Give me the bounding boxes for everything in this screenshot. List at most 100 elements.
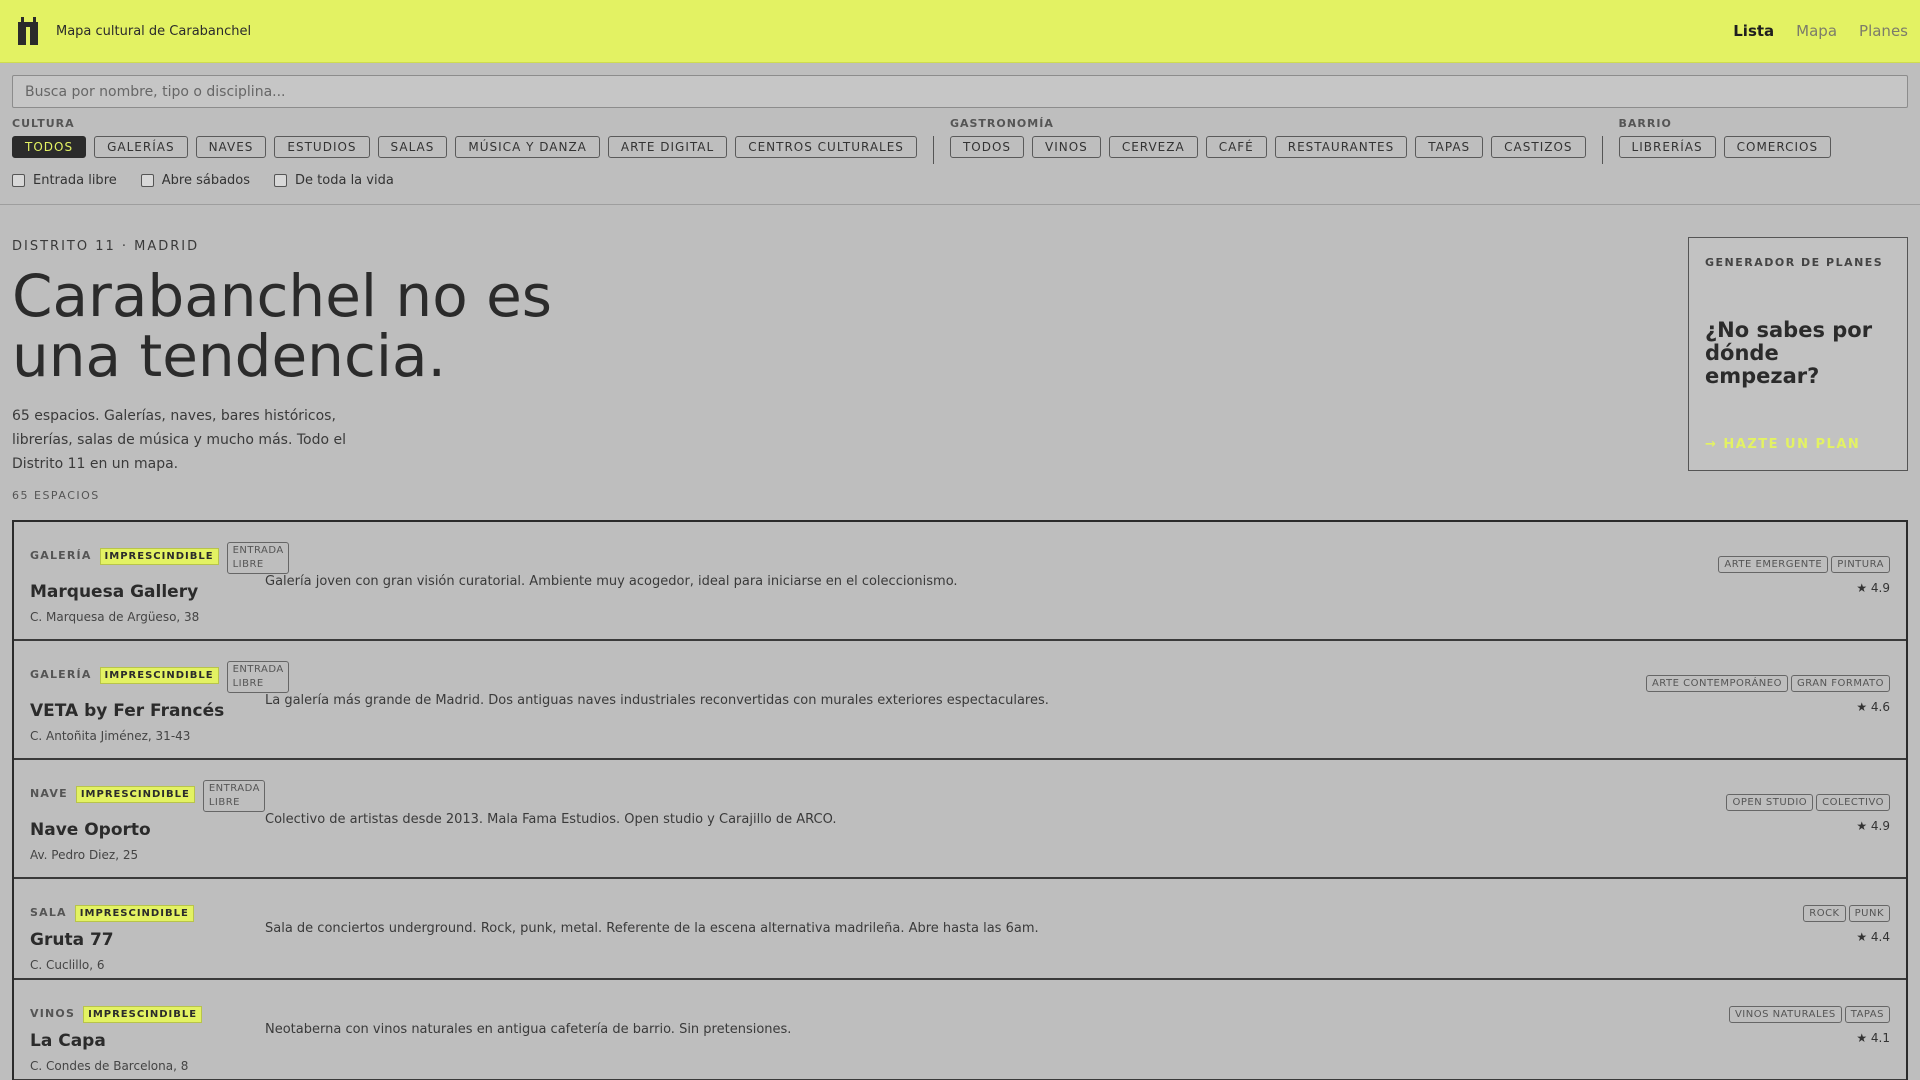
- place-description: Galería joven con gran visión curatorial…: [265, 574, 958, 589]
- list-item[interactable]: SALA IMPRESCINDIBLE Gruta 77 C. Cuclillo…: [14, 879, 1906, 980]
- must-badge: IMPRESCINDIBLE: [83, 1006, 203, 1023]
- tag: TAPAS: [1844, 1006, 1890, 1023]
- brand[interactable]: Mapa cultural de Carabanchel: [18, 17, 251, 45]
- hero-eyebrow: DISTRITO 11 · MADRID: [12, 239, 200, 254]
- rating: ★ 4.9: [1856, 581, 1890, 595]
- place-description: Sala de conciertos underground. Rock, pu…: [265, 921, 1039, 936]
- place-name[interactable]: Marquesa Gallery: [30, 582, 250, 602]
- place-type: SALA: [30, 906, 67, 919]
- place-type: GALERÍA: [30, 549, 92, 562]
- checkbox[interactable]: [274, 174, 288, 187]
- chip-vinos[interactable]: VINOS: [1032, 136, 1101, 158]
- plan-generator-card[interactable]: GENERADOR DE PLANES ¿No sabes por dónde …: [1688, 237, 1908, 471]
- chip-row: LIBRERÍAS COMERCIOS: [1618, 136, 1832, 158]
- chip-row: TODOS GALERÍAS NAVES ESTUDIOS SALAS MÚSI…: [12, 136, 917, 158]
- nav-mapa[interactable]: Mapa: [1796, 22, 1837, 40]
- place-address: Av. Pedro Diez, 25: [30, 848, 139, 862]
- filter-group-label: BARRIO: [1618, 117, 1672, 130]
- chip-salas[interactable]: SALAS: [377, 136, 448, 158]
- place-tags: VINOS NATURALES TAPAS: [1728, 1006, 1890, 1023]
- filter-group-label: GASTRONOMÍA: [949, 117, 1054, 130]
- chip-centros-culturales[interactable]: CENTROS CULTURALES: [735, 136, 917, 158]
- places-list: GALERÍA IMPRESCINDIBLE ENTRADA LIBRE Mar…: [12, 520, 1908, 1080]
- place-name[interactable]: Nave Oporto: [30, 820, 250, 840]
- must-badge: IMPRESCINDIBLE: [99, 548, 219, 565]
- place-type: GALERÍA: [30, 668, 92, 681]
- checkbox[interactable]: [140, 174, 154, 187]
- place-name[interactable]: La Capa: [30, 1031, 250, 1051]
- filter-groups: CULTURA TODOS GALERÍAS NAVES ESTUDIOS SA…: [12, 117, 1908, 164]
- chip-arte-digital[interactable]: ARTE DIGITAL: [607, 136, 728, 158]
- list-item[interactable]: GALERÍA IMPRESCINDIBLE ENTRADA LIBRE VET…: [14, 641, 1906, 760]
- place-tags: ARTE CONTEMPORÁNEO GRAN FORMATO: [1645, 675, 1890, 692]
- hero: DISTRITO 11 · MADRID Carabanchel no es u…: [0, 205, 1920, 520]
- place-side: ARTE EMERGENTE PINTURA ★ 4.9: [1718, 556, 1890, 595]
- chip-naves[interactable]: NAVES: [195, 136, 267, 158]
- place-name[interactable]: VETA by Fer Francés: [30, 701, 250, 721]
- divider: [1601, 136, 1603, 164]
- chip-cultura-todos[interactable]: TODOS: [12, 136, 87, 158]
- tag: GRAN FORMATO: [1790, 675, 1890, 692]
- list-item[interactable]: VINOS IMPRESCINDIBLE La Capa C. Condes d…: [14, 980, 1906, 1080]
- place-meta: VINOS IMPRESCINDIBLE: [30, 1000, 250, 1023]
- chip-estudios[interactable]: ESTUDIOS: [274, 136, 370, 158]
- checkbox-label: Abre sábados: [161, 173, 251, 188]
- checkbox-label: Entrada libre: [33, 173, 117, 188]
- place-address: C. Marquesa de Argüeso, 38: [30, 610, 200, 624]
- place-type: NAVE: [30, 787, 68, 800]
- chip-musica-danza[interactable]: MÚSICA Y DANZA: [455, 136, 600, 158]
- plan-cta-link[interactable]: → HAZTE UN PLAN: [1705, 437, 1860, 452]
- place-name[interactable]: Gruta 77: [30, 930, 250, 950]
- place-info: VINOS IMPRESCINDIBLE La Capa C. Condes d…: [14, 980, 250, 1079]
- chip-gastro-todos[interactable]: TODOS: [949, 136, 1025, 158]
- chip-librerias[interactable]: LIBRERÍAS: [1618, 136, 1716, 158]
- place-meta: GALERÍA IMPRESCINDIBLE ENTRADA LIBRE: [30, 542, 289, 574]
- main-nav: Lista Mapa Planes: [1733, 22, 1908, 40]
- check-abre-sabados[interactable]: Abre sábados: [140, 173, 251, 188]
- nav-lista[interactable]: Lista: [1733, 22, 1774, 40]
- divider: [932, 136, 934, 164]
- rating: ★ 4.4: [1856, 930, 1890, 944]
- chip-restaurantes[interactable]: RESTAURANTES: [1274, 136, 1408, 158]
- free-entry-badge: ENTRADA LIBRE: [202, 780, 265, 812]
- place-meta: GALERÍA IMPRESCINDIBLE ENTRADA LIBRE: [30, 661, 289, 693]
- rating: ★ 4.6: [1856, 700, 1890, 714]
- search-input[interactable]: [12, 75, 1908, 108]
- place-address: C. Cuclillo, 6: [30, 958, 105, 972]
- chip-cerveza[interactable]: CERVEZA: [1108, 136, 1198, 158]
- chip-castizos[interactable]: CASTIZOS: [1491, 136, 1586, 158]
- chip-cafe[interactable]: CAFÉ: [1205, 136, 1267, 158]
- check-entrada-libre[interactable]: Entrada libre: [12, 173, 117, 188]
- rating: ★ 4.1: [1856, 1031, 1890, 1045]
- results-count: 65 ESPACIOS: [12, 489, 100, 502]
- filter-group-gastronomia: GASTRONOMÍA TODOS VINOS CERVEZA CAFÉ RES…: [949, 117, 1586, 164]
- tag: OPEN STUDIO: [1726, 794, 1814, 811]
- free-entry-badge: ENTRADA LIBRE: [226, 661, 289, 693]
- checkbox[interactable]: [12, 174, 25, 187]
- list-item[interactable]: GALERÍA IMPRESCINDIBLE ENTRADA LIBRE Mar…: [14, 522, 1906, 641]
- place-side: OPEN STUDIO COLECTIVO ★ 4.9: [1726, 794, 1890, 833]
- list-item[interactable]: NAVE IMPRESCINDIBLE ENTRADA LIBRE Nave O…: [14, 760, 1906, 879]
- place-tags: ROCK PUNK: [1803, 905, 1890, 922]
- tag: PINTURA: [1831, 556, 1890, 573]
- place-side: VINOS NATURALES TAPAS ★ 4.1: [1728, 1006, 1890, 1045]
- filter-group-barrio: BARRIO LIBRERÍAS COMERCIOS: [1618, 117, 1832, 164]
- checkbox-row: Entrada libre Abre sábados De toda la vi…: [12, 173, 1908, 188]
- chip-comercios[interactable]: COMERCIOS: [1723, 136, 1832, 158]
- check-de-toda-la-vida[interactable]: De toda la vida: [274, 173, 394, 188]
- nav-planes[interactable]: Planes: [1859, 22, 1908, 40]
- must-badge: IMPRESCINDIBLE: [75, 786, 195, 803]
- filters-panel: CULTURA TODOS GALERÍAS NAVES ESTUDIOS SA…: [0, 63, 1920, 205]
- place-info: GALERÍA IMPRESCINDIBLE ENTRADA LIBRE VET…: [14, 641, 289, 758]
- place-info: GALERÍA IMPRESCINDIBLE ENTRADA LIBRE Mar…: [14, 522, 289, 639]
- chip-galerias[interactable]: GALERÍAS: [94, 136, 188, 158]
- free-entry-badge: ENTRADA LIBRE: [226, 542, 289, 574]
- place-description: Neotaberna con vinos naturales en antigu…: [265, 1022, 792, 1037]
- tag: COLECTIVO: [1816, 794, 1890, 811]
- rating: ★ 4.9: [1856, 819, 1890, 833]
- place-info: SALA IMPRESCINDIBLE Gruta 77 C. Cuclillo…: [14, 879, 250, 978]
- hero-headline: Carabanchel no es una tendencia.: [12, 262, 553, 390]
- place-address: C. Condes de Barcelona, 8: [30, 1059, 189, 1073]
- plan-title: ¿No sabes por dónde empezar?: [1705, 318, 1873, 388]
- chip-tapas[interactable]: TAPAS: [1415, 136, 1484, 158]
